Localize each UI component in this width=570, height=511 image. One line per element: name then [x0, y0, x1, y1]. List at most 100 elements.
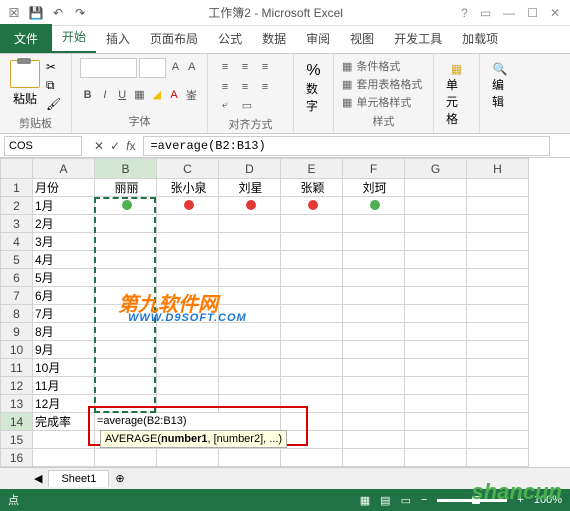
- col-header[interactable]: G: [405, 159, 467, 179]
- paste-button[interactable]: 粘贴: [8, 58, 42, 113]
- cell[interactable]: [467, 233, 529, 251]
- col-header[interactable]: H: [467, 159, 529, 179]
- cell[interactable]: 完成率: [33, 413, 95, 431]
- cell[interactable]: [281, 287, 343, 305]
- cell[interactable]: [95, 377, 157, 395]
- cell[interactable]: [95, 341, 157, 359]
- cell[interactable]: [343, 233, 405, 251]
- tab-view[interactable]: 视图: [340, 24, 384, 53]
- cell[interactable]: [95, 233, 157, 251]
- row-header[interactable]: 4: [1, 233, 33, 251]
- zoom-level[interactable]: 100%: [534, 494, 562, 506]
- cell[interactable]: [157, 323, 219, 341]
- cell[interactable]: [281, 215, 343, 233]
- minimize-icon[interactable]: —: [503, 6, 515, 20]
- cell[interactable]: [343, 269, 405, 287]
- fx-icon[interactable]: fx: [126, 139, 135, 153]
- format-painter-icon[interactable]: 🖌: [46, 97, 61, 111]
- cell[interactable]: 6月: [33, 287, 95, 305]
- maximize-icon[interactable]: ☐: [527, 6, 538, 20]
- cell[interactable]: [95, 251, 157, 269]
- italic-icon[interactable]: I: [97, 86, 112, 104]
- cell[interactable]: [95, 287, 157, 305]
- cell[interactable]: [467, 431, 529, 449]
- cell[interactable]: [95, 269, 157, 287]
- cell[interactable]: [343, 395, 405, 413]
- cell[interactable]: [281, 377, 343, 395]
- align-top-icon[interactable]: ≡: [216, 58, 234, 76]
- wrap-text-icon[interactable]: ⤶: [216, 96, 234, 114]
- cell[interactable]: [405, 341, 467, 359]
- cell[interactable]: [467, 251, 529, 269]
- cell[interactable]: [405, 323, 467, 341]
- col-header[interactable]: C: [157, 159, 219, 179]
- tab-insert[interactable]: 插入: [96, 24, 140, 53]
- edit-button[interactable]: 🔍 编辑: [488, 58, 512, 114]
- cell[interactable]: [219, 449, 281, 467]
- cell[interactable]: [219, 233, 281, 251]
- active-cell[interactable]: =average(B2:B13): [95, 413, 281, 431]
- cell[interactable]: 刘珂: [343, 179, 405, 197]
- copy-icon[interactable]: ⧉: [46, 78, 61, 93]
- cell[interactable]: [219, 395, 281, 413]
- cell[interactable]: [405, 359, 467, 377]
- cell[interactable]: [95, 323, 157, 341]
- cell[interactable]: [95, 215, 157, 233]
- cell[interactable]: [219, 269, 281, 287]
- cell[interactable]: [405, 215, 467, 233]
- zoom-out-icon[interactable]: −: [421, 494, 427, 506]
- cell[interactable]: [157, 449, 219, 467]
- tab-home[interactable]: 开始: [52, 22, 96, 53]
- spreadsheet-grid[interactable]: A B C D E F G H 1月份丽丽张小泉刘星张颖刘珂 21月 32月 4…: [0, 158, 570, 467]
- cell[interactable]: [157, 395, 219, 413]
- cell[interactable]: [157, 251, 219, 269]
- cell[interactable]: [343, 287, 405, 305]
- cell[interactable]: 1月: [33, 197, 95, 215]
- prev-sheet-icon[interactable]: ◀: [34, 472, 42, 485]
- cell[interactable]: [343, 413, 405, 431]
- row-header[interactable]: 16: [1, 449, 33, 467]
- cell[interactable]: [405, 233, 467, 251]
- save-icon[interactable]: 💾: [26, 3, 46, 23]
- cell[interactable]: [467, 395, 529, 413]
- cell[interactable]: [405, 197, 467, 215]
- page-layout-icon[interactable]: ▤: [380, 494, 390, 507]
- cell[interactable]: [281, 233, 343, 251]
- cell[interactable]: [95, 305, 157, 323]
- cell[interactable]: [405, 251, 467, 269]
- cell[interactable]: [95, 197, 157, 215]
- cell[interactable]: [219, 377, 281, 395]
- row-header[interactable]: 14: [1, 413, 33, 431]
- cell[interactable]: [405, 395, 467, 413]
- row-header[interactable]: 2: [1, 197, 33, 215]
- cell[interactable]: [157, 269, 219, 287]
- cell[interactable]: 5月: [33, 269, 95, 287]
- cell[interactable]: [157, 305, 219, 323]
- name-box[interactable]: COS: [4, 136, 82, 156]
- cell[interactable]: [343, 197, 405, 215]
- col-header[interactable]: D: [219, 159, 281, 179]
- cell[interactable]: [343, 215, 405, 233]
- help-icon[interactable]: ?: [461, 6, 468, 20]
- cell[interactable]: [219, 341, 281, 359]
- cell[interactable]: 8月: [33, 323, 95, 341]
- page-break-icon[interactable]: ▭: [401, 494, 411, 507]
- cell[interactable]: [467, 449, 529, 467]
- merge-icon[interactable]: ▭: [238, 96, 256, 114]
- normal-view-icon[interactable]: ▦: [360, 494, 370, 507]
- row-header[interactable]: 13: [1, 395, 33, 413]
- cell[interactable]: [219, 287, 281, 305]
- zoom-in-icon[interactable]: +: [517, 494, 523, 506]
- cell[interactable]: 刘星: [219, 179, 281, 197]
- cell[interactable]: [281, 341, 343, 359]
- cell[interactable]: [219, 323, 281, 341]
- cell[interactable]: [157, 197, 219, 215]
- cell[interactable]: [281, 197, 343, 215]
- cell[interactable]: [219, 215, 281, 233]
- cell[interactable]: [467, 269, 529, 287]
- phonetic-icon[interactable]: 崟: [184, 86, 199, 104]
- undo-icon[interactable]: ↶: [48, 3, 68, 23]
- cell[interactable]: 2月: [33, 215, 95, 233]
- cell-styles-button[interactable]: ▦单元格样式: [342, 94, 425, 110]
- border-icon[interactable]: ▦: [132, 86, 147, 104]
